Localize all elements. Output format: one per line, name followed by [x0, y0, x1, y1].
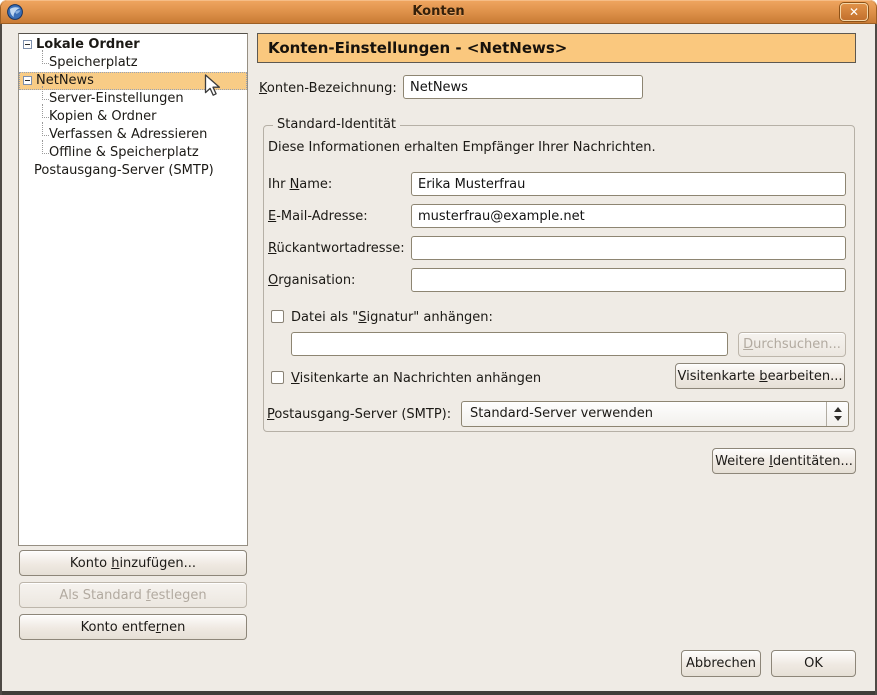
- select-stepper-icon[interactable]: [826, 402, 848, 426]
- account-name-label: Konten-Bezeichnung:: [259, 81, 397, 96]
- dialog-content: Lokale Ordner Speicherplatz NetNews Serv…: [0, 24, 877, 695]
- set-default-account-button[interactable]: Als Standard festlegen: [19, 582, 247, 608]
- attach-vcard-checkbox[interactable]: [271, 371, 284, 384]
- organization-label: Organisation:: [268, 273, 355, 288]
- tree-item-label: Postausgang-Server (SMTP): [34, 162, 214, 180]
- your-name-label: Ihr Name:: [268, 177, 332, 192]
- more-identities-button[interactable]: Weitere Identitäten...: [712, 448, 856, 474]
- tree-item-kopien-ordner[interactable]: Kopien & Ordner: [19, 108, 247, 126]
- tree-item-postausgang-smtp[interactable]: Postausgang-Server (SMTP): [19, 162, 247, 180]
- tree-item-netnews[interactable]: NetNews: [19, 72, 247, 90]
- account-tree[interactable]: Lokale Ordner Speicherplatz NetNews Serv…: [18, 33, 248, 546]
- account-name-input[interactable]: [403, 75, 643, 99]
- smtp-server-label: Postausgang-Server (SMTP):: [267, 407, 451, 422]
- tree-item-label: Kopien & Ordner: [49, 108, 157, 126]
- settings-header: Konten-Einstellungen - <NetNews>: [257, 33, 856, 63]
- tree-item-server-einstellungen[interactable]: Server-Einstellungen: [19, 90, 247, 108]
- browse-button[interactable]: Durchsuchen...: [738, 332, 846, 357]
- tree-item-label: Speicherplatz: [49, 54, 138, 72]
- identity-description: Diese Informationen erhalten Empfänger I…: [268, 140, 656, 155]
- signature-file-input[interactable]: [291, 332, 728, 356]
- organization-input[interactable]: [411, 268, 846, 292]
- default-identity-legend: Standard-Identität: [273, 117, 400, 132]
- email-label: E-Mail-Adresse:: [268, 209, 368, 224]
- cancel-button[interactable]: Abbrechen: [681, 650, 761, 677]
- tree-item-label: Verfassen & Adressieren: [49, 126, 207, 144]
- tree-item-offline-speicherplatz[interactable]: Offline & Speicherplatz: [19, 144, 247, 162]
- your-name-input[interactable]: [411, 172, 846, 196]
- smtp-server-select[interactable]: Standard-Server verwenden: [461, 401, 849, 427]
- tree-item-label: Offline & Speicherplatz: [49, 144, 199, 162]
- accounts-dialog: Konten ✕ Lokale Ordner Speicherplatz Net…: [0, 0, 877, 695]
- reply-to-label: Rückantwortadresse:: [268, 241, 405, 256]
- tree-item-verfassen-adressieren[interactable]: Verfassen & Adressieren: [19, 126, 247, 144]
- edit-vcard-button[interactable]: Visitenkarte bearbeiten...: [675, 363, 845, 389]
- tree-item-speicherplatz[interactable]: Speicherplatz: [19, 54, 247, 72]
- collapse-expander-icon[interactable]: [23, 40, 32, 49]
- smtp-server-selected-value: Standard-Server verwenden: [470, 406, 653, 421]
- add-account-button[interactable]: Konto hinzufügen...: [19, 550, 247, 576]
- ok-button[interactable]: OK: [771, 650, 856, 677]
- window-title: Konten: [0, 4, 877, 19]
- tree-item-label: Lokale Ordner: [36, 36, 140, 54]
- collapse-expander-icon[interactable]: [23, 76, 32, 85]
- tree-item-lokale-ordner[interactable]: Lokale Ordner: [19, 36, 247, 54]
- email-input[interactable]: [411, 204, 846, 228]
- remove-account-button[interactable]: Konto entfernen: [19, 614, 247, 640]
- attach-signature-label: Datei als "Signatur" anhängen:: [291, 310, 493, 325]
- titlebar[interactable]: Konten ✕: [0, 0, 877, 24]
- default-identity-group: Standard-Identität Diese Informationen e…: [263, 125, 855, 432]
- reply-to-input[interactable]: [411, 236, 846, 260]
- attach-vcard-label: Visitenkarte an Nachrichten anhängen: [291, 371, 541, 386]
- close-button[interactable]: ✕: [840, 3, 868, 21]
- attach-signature-checkbox[interactable]: [271, 310, 284, 323]
- tree-item-label: Server-Einstellungen: [49, 90, 184, 108]
